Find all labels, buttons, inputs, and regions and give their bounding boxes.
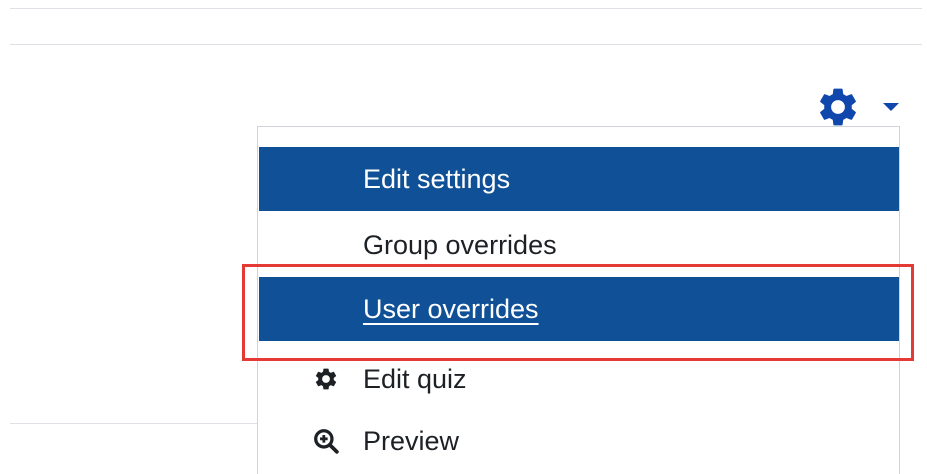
settings-menu-toggle[interactable] xyxy=(815,84,905,130)
zoom-in-icon xyxy=(313,428,339,454)
settings-dropdown-menu: Edit settings Group overrides User overr… xyxy=(257,126,900,474)
gear-icon xyxy=(313,366,339,392)
menu-item-user-overrides[interactable]: User overrides xyxy=(259,277,899,341)
menu-item-label: User overrides xyxy=(363,293,539,324)
header-divider xyxy=(10,44,922,45)
menu-item-edit-quiz[interactable]: Edit quiz xyxy=(259,347,899,411)
menu-item-group-overrides[interactable]: Group overrides xyxy=(259,213,899,277)
menu-item-preview[interactable]: Preview xyxy=(259,409,899,473)
content-divider xyxy=(10,423,260,424)
caret-down-icon xyxy=(883,103,899,111)
top-divider xyxy=(10,8,922,9)
page: Edit settings Group overrides User overr… xyxy=(0,0,927,474)
menu-item-label: Group overrides xyxy=(363,229,557,260)
menu-item-label: Preview xyxy=(363,425,460,456)
menu-item-label: Edit settings xyxy=(363,163,511,194)
menu-item-edit-settings[interactable]: Edit settings xyxy=(259,147,899,211)
gear-icon xyxy=(820,88,856,126)
menu-item-label: Edit quiz xyxy=(363,363,467,394)
